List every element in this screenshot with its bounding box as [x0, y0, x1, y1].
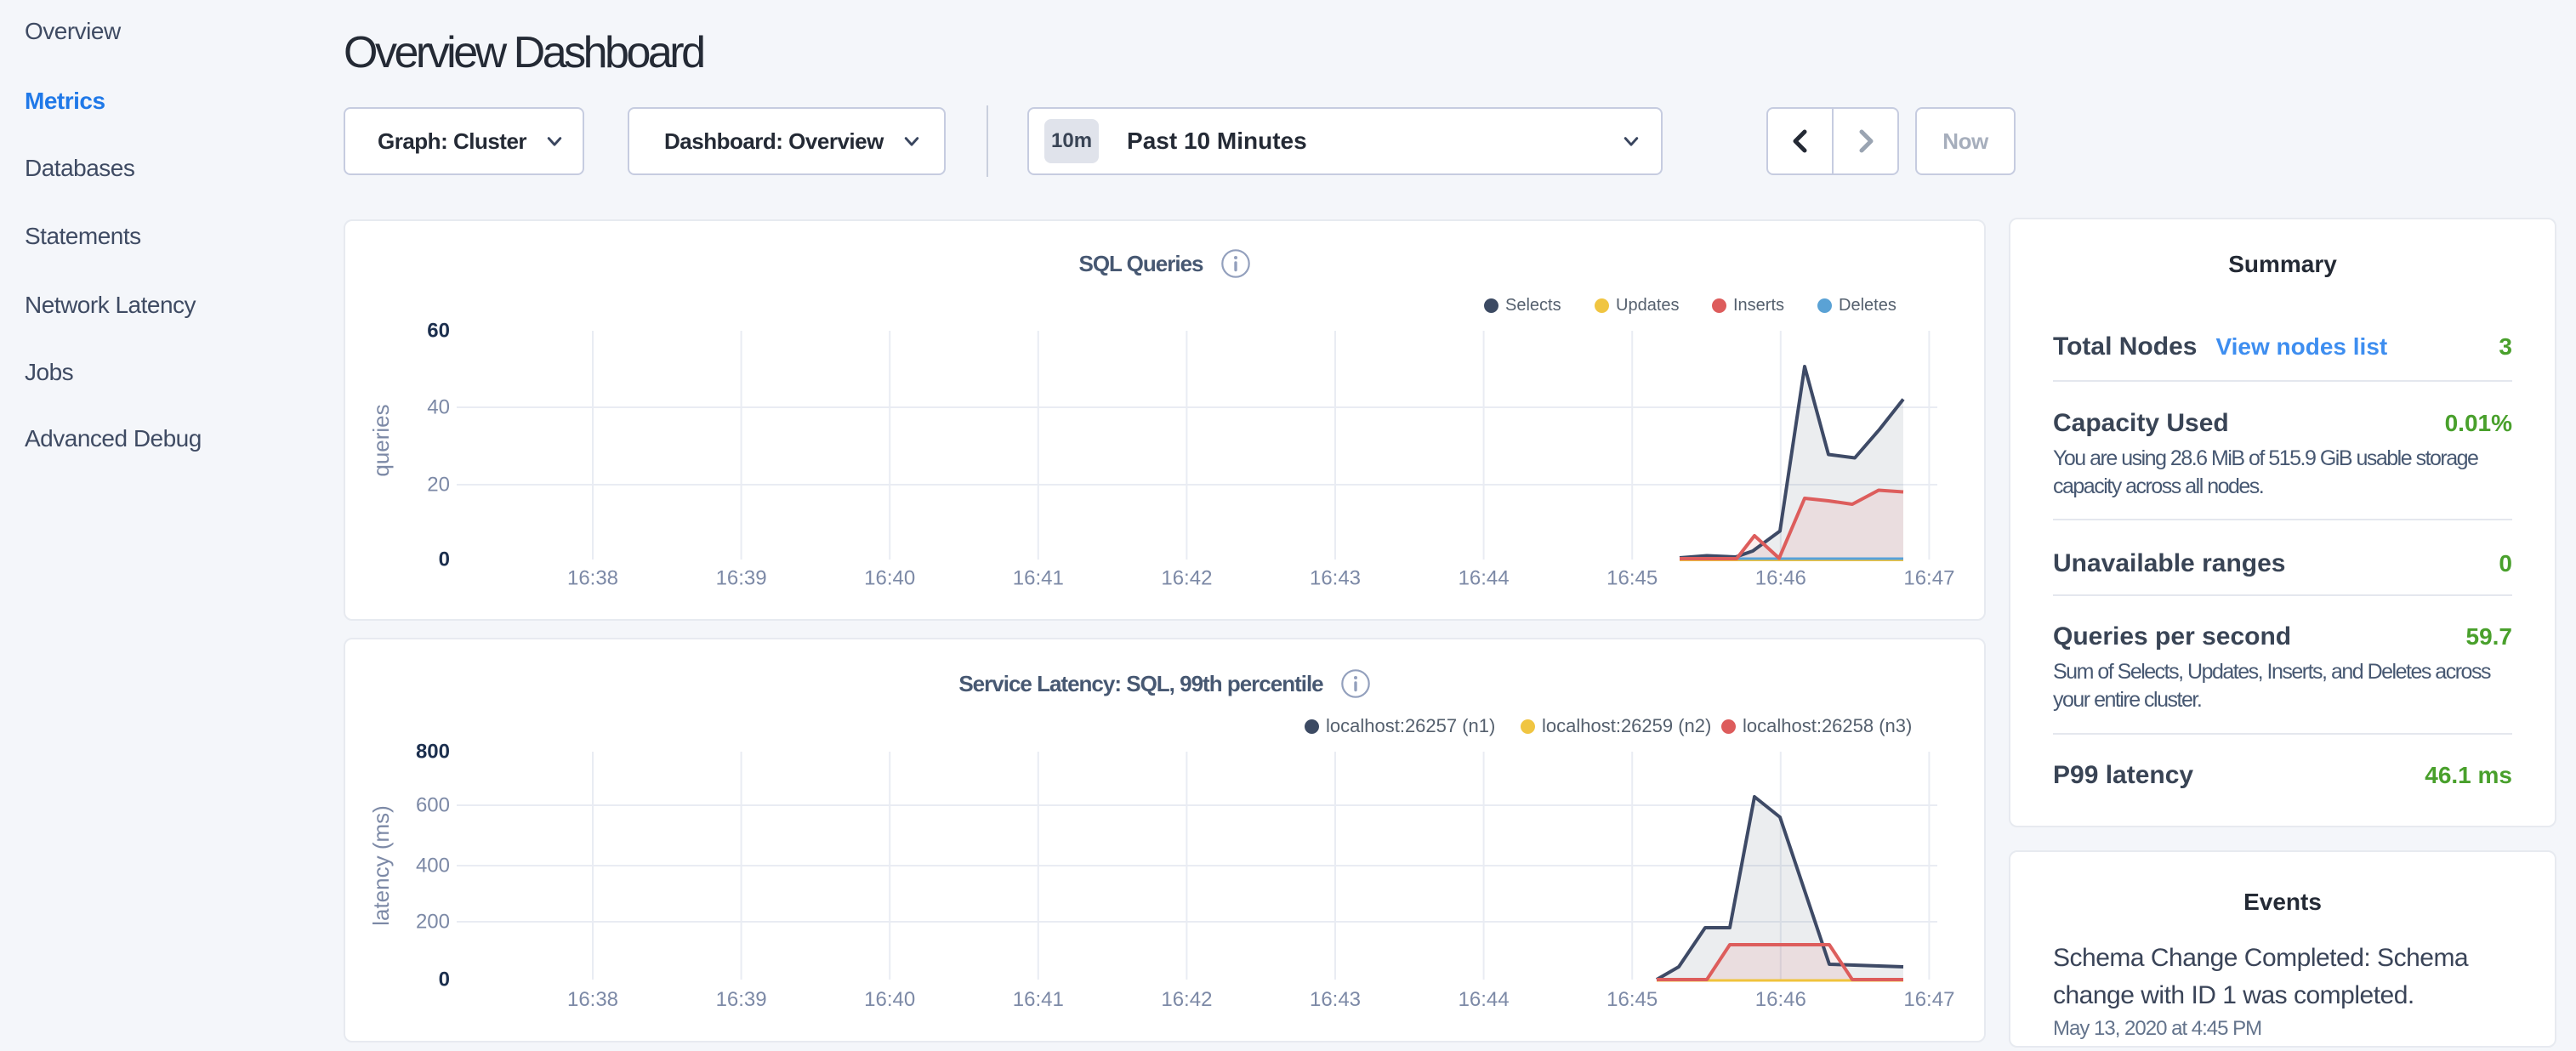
svg-text:16:47: 16:47 — [1903, 988, 1954, 1011]
svg-text:16:38: 16:38 — [567, 567, 618, 590]
svg-text:0: 0 — [439, 548, 450, 571]
svg-text:16:44: 16:44 — [1459, 567, 1510, 590]
svg-text:16:40: 16:40 — [864, 988, 915, 1011]
svg-text:200: 200 — [416, 911, 450, 934]
svg-text:16:43: 16:43 — [1310, 988, 1361, 1011]
svg-text:600: 600 — [416, 794, 450, 817]
svg-text:16:45: 16:45 — [1606, 988, 1658, 1011]
svg-text:16:43: 16:43 — [1310, 567, 1361, 590]
svg-text:16:39: 16:39 — [716, 567, 767, 590]
svg-text:800: 800 — [416, 741, 450, 764]
svg-text:16:40: 16:40 — [864, 567, 915, 590]
svg-text:16:39: 16:39 — [716, 988, 767, 1011]
svg-text:60: 60 — [427, 320, 450, 343]
svg-text:16:38: 16:38 — [567, 988, 618, 1011]
svg-text:16:47: 16:47 — [1903, 567, 1954, 590]
svg-text:16:45: 16:45 — [1606, 567, 1658, 590]
svg-text:latency (ms): latency (ms) — [368, 805, 394, 926]
svg-text:16:42: 16:42 — [1161, 567, 1212, 590]
svg-text:16:41: 16:41 — [1013, 567, 1064, 590]
svg-text:queries: queries — [368, 404, 394, 476]
svg-text:0: 0 — [439, 969, 450, 991]
svg-text:16:42: 16:42 — [1161, 988, 1212, 1011]
svg-text:16:46: 16:46 — [1755, 567, 1806, 590]
svg-text:16:41: 16:41 — [1013, 988, 1064, 1011]
svg-text:400: 400 — [416, 855, 450, 878]
svg-text:16:46: 16:46 — [1755, 988, 1806, 1011]
svg-text:40: 40 — [427, 396, 450, 419]
svg-text:20: 20 — [427, 474, 450, 497]
svg-text:16:44: 16:44 — [1459, 988, 1510, 1011]
